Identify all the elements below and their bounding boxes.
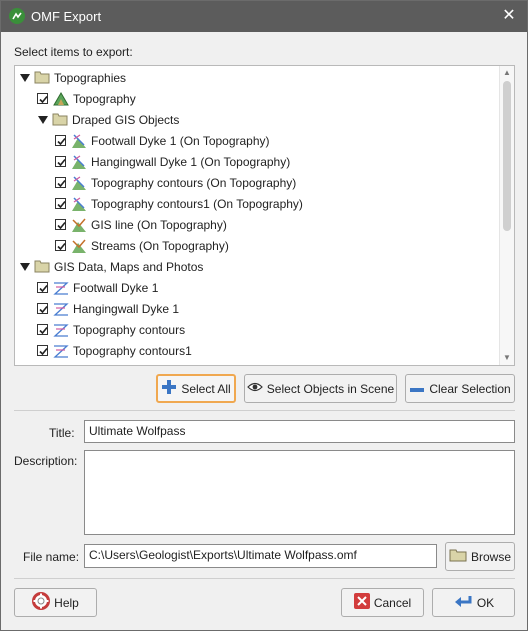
divider-bottom <box>14 578 515 579</box>
gis-data-icon <box>53 280 69 296</box>
item-checkbox[interactable] <box>55 135 66 146</box>
title-field[interactable]: Ultimate Wolfpass <box>84 420 515 443</box>
divider <box>14 410 515 411</box>
gis-data-icon <box>53 343 69 359</box>
ok-label: OK <box>476 595 495 610</box>
item-checkbox[interactable] <box>55 198 66 209</box>
tree-item-row[interactable]: Footwall Dyke 1 (On Topography) <box>55 130 270 151</box>
window-title: OMF Export <box>31 9 102 24</box>
plus-icon <box>161 379 177 398</box>
item-checkbox[interactable] <box>37 303 48 314</box>
scroll-up-icon[interactable]: ▲ <box>500 66 514 80</box>
tree-item-label: GIS line (On Topography) <box>91 217 227 232</box>
draped-gis-icon <box>71 196 87 212</box>
enter-arrow-icon <box>453 594 473 611</box>
tree-item-label: GIS Data, Maps and Photos <box>54 259 204 274</box>
eye-icon <box>246 381 263 396</box>
clear-selection-label: Clear Selection <box>429 381 511 396</box>
folder-icon <box>34 70 50 86</box>
tree-folder-row[interactable]: GIS Data, Maps and Photos <box>19 256 203 277</box>
item-checkbox[interactable] <box>37 324 48 335</box>
cancel-x-icon <box>353 593 370 612</box>
title-label: Title: <box>49 426 75 440</box>
scrollbar-thumb[interactable] <box>503 81 511 231</box>
tree-item-label: Topography contours1 (On Topography) <box>91 196 303 211</box>
help-button[interactable]: Help <box>14 588 97 617</box>
select-all-button[interactable]: Select All <box>156 374 236 403</box>
folder-icon <box>52 112 68 128</box>
select-items-label: Select items to export: <box>14 45 133 59</box>
tree-item-row[interactable]: Hangingwall Dyke 1 (On Topography) <box>55 151 290 172</box>
omf-export-dialog: OMF Export ✕ Select items to export: Top… <box>0 0 528 631</box>
cancel-button[interactable]: Cancel <box>341 588 424 617</box>
description-field[interactable] <box>84 450 515 535</box>
cancel-label: Cancel <box>373 595 412 610</box>
expand-arrow-icon[interactable] <box>19 72 31 84</box>
tree-item-row[interactable]: Topography contours (On Topography) <box>55 172 296 193</box>
tree-item-row[interactable]: Topography <box>37 88 136 109</box>
tree-item-label: Draped GIS Objects <box>72 112 180 127</box>
tree-item-label: Topography contours <box>73 322 186 337</box>
item-checkbox[interactable] <box>37 282 48 293</box>
scroll-down-icon[interactable]: ▼ <box>500 351 514 365</box>
tree-folder-row[interactable]: Draped GIS Objects <box>37 109 179 130</box>
draped-gis-icon <box>71 154 87 170</box>
tree-item-label: Streams (On Topography) <box>91 238 229 253</box>
export-items-tree[interactable]: Topographies Topography Draped GIS Objects… <box>14 65 515 366</box>
topography-icon <box>53 91 69 107</box>
ok-button[interactable]: OK <box>432 588 515 617</box>
tree-item-row[interactable]: Hangingwall Dyke 1 <box>37 298 179 319</box>
tree-scrollbar[interactable]: ▲ ▼ <box>499 66 514 365</box>
tree-item-label: Topography contours (On Topography) <box>91 175 297 190</box>
minus-icon <box>409 382 425 396</box>
file-name-field[interactable]: C:\Users\Geologist\Exports\Ultimate Wolf… <box>84 544 437 568</box>
browse-button[interactable]: Browse <box>445 542 515 571</box>
item-checkbox[interactable] <box>55 219 66 230</box>
file-name-label: File name: <box>23 550 80 564</box>
draped-gis-icon <box>71 133 87 149</box>
tree-folder-row[interactable]: Topographies <box>19 67 126 88</box>
folder-open-icon <box>449 548 467 565</box>
draped-gis-icon <box>71 175 87 191</box>
tree-item-label: Topography <box>73 91 136 106</box>
tree-item-label: Hangingwall Dyke 1 (On Topography) <box>91 154 291 169</box>
gis-line-icon <box>71 217 87 233</box>
title-bar: OMF Export ✕ <box>1 1 527 32</box>
item-checkbox[interactable] <box>37 93 48 104</box>
tree-item-row[interactable]: Streams (On Topography) <box>55 235 229 256</box>
item-checkbox[interactable] <box>55 177 66 188</box>
tree-item-row[interactable]: Footwall Dyke 1 <box>37 277 158 298</box>
tree-item-label: Topographies <box>54 70 127 85</box>
description-label: Description: <box>14 454 78 468</box>
tree-item-label: Footwall Dyke 1 (On Topography) <box>91 133 270 148</box>
tree-item-row[interactable]: Topography contours1 <box>37 340 192 361</box>
help-label: Help <box>54 595 79 610</box>
close-icon[interactable]: ✕ <box>499 5 519 27</box>
gis-data-icon <box>53 322 69 338</box>
select-objects-label: Select Objects in Scene <box>266 381 395 396</box>
lifebuoy-icon <box>32 592 51 613</box>
select-all-label: Select All <box>181 381 231 396</box>
gis-data-icon <box>53 301 69 317</box>
item-checkbox[interactable] <box>55 156 66 167</box>
folder-icon <box>34 259 50 275</box>
tree-item-row[interactable]: GIS line (On Topography) <box>55 214 227 235</box>
gis-line-icon <box>71 238 87 254</box>
tree-item-label: Footwall Dyke 1 <box>73 280 159 295</box>
tree-item-label: Hangingwall Dyke 1 <box>73 301 180 316</box>
app-icon <box>9 8 25 24</box>
tree-item-label: Topography contours1 <box>73 343 192 358</box>
expand-arrow-icon[interactable] <box>37 114 49 126</box>
tree-item-row[interactable]: Topography contours1 (On Topography) <box>55 193 303 214</box>
browse-label: Browse <box>470 549 511 564</box>
item-checkbox[interactable] <box>55 240 66 251</box>
expand-arrow-icon[interactable] <box>19 261 31 273</box>
item-checkbox[interactable] <box>37 345 48 356</box>
tree-item-row[interactable]: Topography contours <box>37 319 185 340</box>
clear-selection-button[interactable]: Clear Selection <box>405 374 515 403</box>
select-objects-in-scene-button[interactable]: Select Objects in Scene <box>244 374 397 403</box>
